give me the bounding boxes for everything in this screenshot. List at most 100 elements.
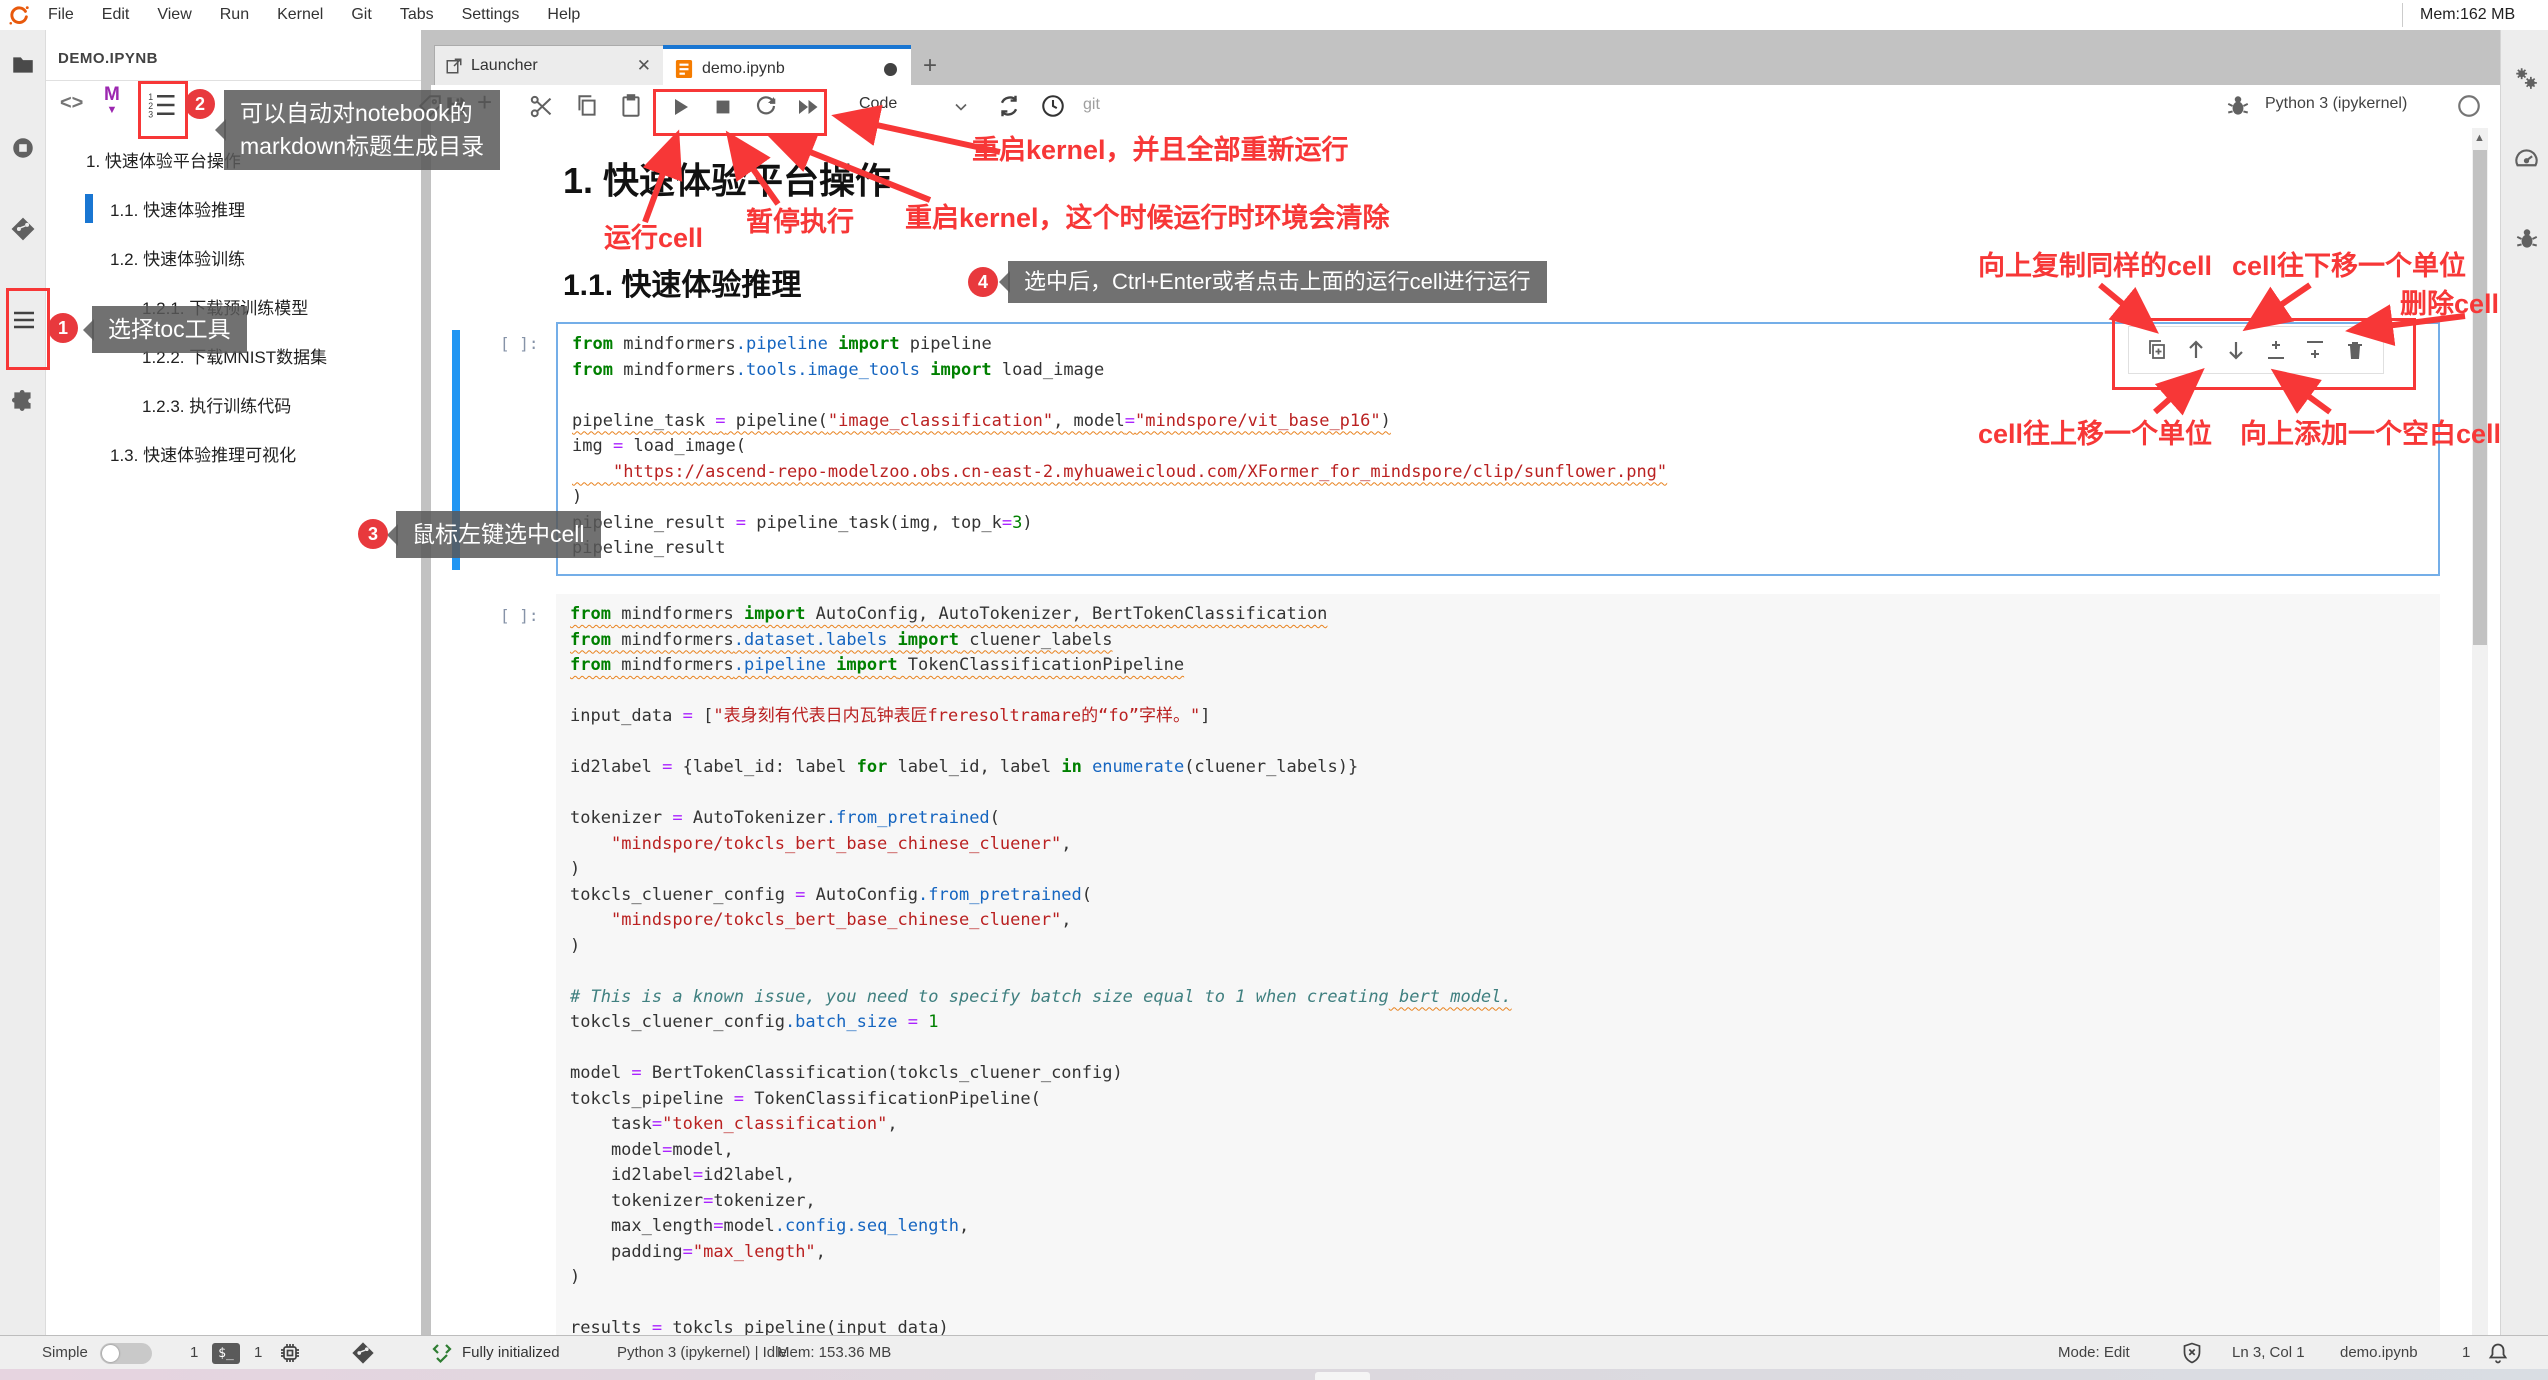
new-tab-button[interactable]: + [923, 52, 937, 80]
kernel-status-icon[interactable] [2456, 93, 2482, 119]
annotation-move-up: cell往上移一个单位 [1978, 412, 2212, 451]
scrollbar-thumb[interactable] [2473, 150, 2487, 645]
menubar: FileEditViewRunKernelGitTabsSettingsHelp… [0, 0, 2548, 31]
extensions-icon[interactable] [10, 388, 36, 414]
annotation-restart-all: 重启kernel，并且全部重新运行 [972, 128, 1349, 167]
kernel-name-label[interactable]: Python 3 (ipykernel) [2265, 95, 2407, 113]
code-line: model=model, [570, 1138, 2426, 1164]
copy-icon[interactable] [574, 93, 600, 119]
toc-code-toggle-icon[interactable]: <> [60, 92, 83, 115]
kernel-count: 1 [254, 1336, 262, 1370]
code-line: input_data = ["表身刻有代表日内瓦钟表匠freresoltrama… [570, 704, 2426, 730]
shield-icon[interactable] [2180, 1341, 2204, 1365]
chip-icon[interactable] [278, 1341, 302, 1365]
bottom-strip [0, 1369, 2548, 1380]
cut-icon[interactable] [528, 93, 555, 120]
annotation-badge-3: 3 [358, 519, 388, 549]
sync-icon[interactable] [996, 93, 1022, 119]
menubar-items: FileEditViewRunKernelGitTabsSettingsHelp [34, 0, 594, 30]
annotation-box-toc-icon [138, 81, 188, 139]
cell-prompt: [ ]: [500, 606, 539, 625]
paste-icon[interactable] [618, 93, 644, 119]
active-file-label[interactable]: demo.ipynb [2340, 1336, 2418, 1370]
simple-mode-toggle[interactable] [100, 1343, 152, 1364]
annotation-box-run-controls [653, 89, 827, 136]
debugger-sidebar-icon[interactable] [2514, 226, 2540, 252]
annotation-run-cell: 运行cell [604, 216, 703, 255]
mode-label[interactable]: Mode: Edit [2058, 1336, 2130, 1370]
notification-count: 1 [2462, 1336, 2470, 1370]
cursor-position-label[interactable]: Ln 3, Col 1 [2232, 1336, 2305, 1370]
tab-notebook[interactable]: demo.ipynb [663, 45, 911, 89]
code-line: from mindformers.pipeline import TokenCl… [570, 653, 2426, 679]
toc-item-label: 1. 快速体验平台操作 [86, 147, 241, 172]
init-status-label[interactable]: Fully initialized [462, 1336, 560, 1370]
toc-item[interactable]: 1.1. 快速体验推理 [46, 184, 421, 233]
git-panel-icon[interactable] [9, 215, 37, 243]
menu-kernel[interactable]: Kernel [263, 6, 337, 24]
dashboard-icon[interactable] [2513, 145, 2540, 172]
code-line: max_length=model.config.seq_length, [570, 1214, 2426, 1240]
kernel-status-label[interactable]: Python 3 (ipykernel) | Idle [617, 1336, 787, 1370]
bell-icon[interactable] [2486, 1341, 2510, 1365]
toc-item-label: 1.2.3. 执行训练代码 [142, 392, 291, 417]
chevron-down-icon[interactable] [951, 97, 971, 117]
file-browser-icon[interactable] [10, 52, 36, 78]
sidebar-divider[interactable] [421, 30, 431, 1335]
annotation-tooltip-3: 鼠标左键选中cell [396, 511, 601, 558]
debugger-bug-icon[interactable] [2225, 93, 2251, 119]
property-inspector-icon[interactable] [2513, 65, 2539, 91]
toc-item-label: 1.2. 快速体验训练 [110, 245, 245, 270]
toc-item[interactable]: 1.3. 快速体验推理可视化 [46, 429, 421, 478]
code-line: results = tokcls_pipeline(input_data) [570, 1316, 2426, 1335]
tab-notebook-label: demo.ipynb [702, 60, 785, 78]
toc-markdown-toggle-icon[interactable]: M▼ [104, 88, 120, 117]
menu-settings[interactable]: Settings [448, 6, 534, 24]
menu-git[interactable]: Git [337, 6, 385, 24]
tab-launcher-label: Launcher [471, 57, 538, 75]
code-line: ) [570, 857, 2426, 883]
code-line: model = BertTokenClassification(tokcls_c… [570, 1061, 2426, 1087]
tab-close-icon[interactable]: ✕ [637, 56, 651, 76]
unsaved-dot-icon[interactable] [884, 63, 897, 76]
menu-view[interactable]: View [143, 6, 205, 24]
memory-indicator: Mem:162 MB [2420, 0, 2515, 30]
clock-icon[interactable] [1040, 93, 1066, 119]
annotation-badge-4: 4 [968, 267, 998, 297]
menu-tabs[interactable]: Tabs [386, 6, 448, 24]
code-line: ) [572, 485, 2424, 511]
terminal-icon[interactable]: $_ [212, 1343, 240, 1364]
annotation-add-above: 向上添加一个空白cell [2240, 412, 2501, 451]
running-kernels-icon[interactable] [10, 135, 36, 161]
annotation-dup-up: 向上复制同样的cell [1978, 244, 2212, 283]
simple-mode-label: Simple [42, 1336, 88, 1370]
toc-item[interactable]: 1.2. 快速体验训练 [46, 233, 421, 282]
scrollbar-up-icon[interactable]: ▲ [2474, 132, 2485, 144]
code-line: # This is a known issue, you need to spe… [570, 985, 2426, 1011]
git-status-icon[interactable] [350, 1340, 376, 1366]
code-line: id2label=id2label, [570, 1163, 2426, 1189]
bottom-strip-nub [1315, 1372, 1370, 1380]
toggle-knob [102, 1345, 119, 1362]
menu-help[interactable]: Help [533, 6, 594, 24]
code-line [570, 781, 2426, 807]
code-line: task="token_classification", [570, 1112, 2426, 1138]
tab-launcher[interactable]: Launcher ✕ [434, 45, 664, 86]
toc-item-label: 1.3. 快速体验推理可视化 [110, 441, 296, 466]
code-line: ) [570, 934, 2426, 960]
terminal-count: 1 [190, 1336, 198, 1370]
menu-run[interactable]: Run [206, 6, 263, 24]
menu-file[interactable]: File [34, 6, 88, 24]
toc-item[interactable]: 1.2.3. 执行训练代码 [46, 380, 421, 429]
code-line [570, 959, 2426, 985]
toc-active-bar [85, 194, 93, 223]
toc-item-label: 1.1. 快速体验推理 [110, 196, 245, 221]
menu-edit[interactable]: Edit [88, 6, 144, 24]
annotation-tooltip-1: 选择toc工具 [92, 306, 247, 353]
code-cell-2[interactable]: from mindformers import AutoConfig, Auto… [556, 594, 2440, 1335]
code-line: "mindspore/tokcls_bert_base_chinese_clue… [570, 908, 2426, 934]
annotation-badge-1: 1 [48, 313, 78, 343]
code-line: "https://ascend-repo-modelzoo.obs.cn-eas… [572, 460, 2424, 486]
code-line: tokcls_cluener_config = AutoConfig.from_… [570, 883, 2426, 909]
cell-type-select[interactable]: Code [859, 95, 897, 113]
